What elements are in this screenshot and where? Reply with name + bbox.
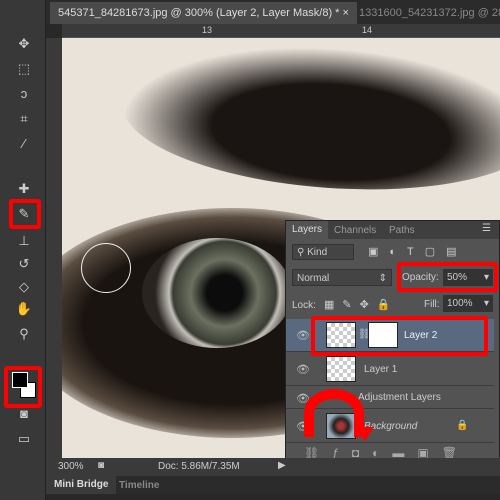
tab-document-2[interactable]: 1331600_54231372.jpg @ 28.6 [351,2,500,24]
ruler-vertical [46,38,62,458]
screen-mode-icon[interactable]: ▭ [14,430,34,448]
status-bar: 300% ◙ Doc: 5.86M/7.35M ▶ [46,458,500,476]
lock-icons[interactable]: ▦✎✥🔒 [324,298,399,311]
move-icon[interactable]: ✥ [14,35,34,53]
bottom-tabs: Mini Bridge Timeline [46,476,500,494]
ruler-horizontal: 13 14 [62,24,500,38]
brush-highlight [9,199,41,229]
tools-panel: ✥ ⬚ ↄ ⌗ ⁄ ✚ ✎ ⊥ ↺ ◇ ✋ ⚲ ◙ ▭ [0,0,46,500]
filter-icons[interactable]: ▣◐T▢▤ [368,245,468,258]
foreground-color-swatch[interactable] [12,372,28,388]
red-arrow-annotation [304,389,364,437]
layer-row[interactable]: 👁 Layer 1 [286,353,494,386]
tab-paths[interactable]: Paths [389,225,415,236]
zoom-level[interactable]: 300% [58,461,84,472]
fill-input[interactable]: 100% ▾ [443,295,493,312]
hand-icon[interactable]: ✋ [14,300,34,318]
eyebrow [117,38,500,203]
tab-label: 1331600_54231372.jpg @ 28.6 [359,7,500,19]
layer-name: Layer 1 [364,364,398,375]
eye-icon[interactable]: 👁 [296,363,310,376]
panel-tabs: Layers Channels Paths ☰ [286,221,499,239]
fill-value: 100% [447,298,473,309]
filter-kind-select[interactable]: ⚲ Kind [292,244,354,260]
tab-timeline[interactable]: Timeline [119,480,159,491]
eye [142,238,292,348]
status-arrow-icon[interactable]: ▶ [278,460,286,471]
blend-mode-select[interactable]: Normal ⇕ [292,269,392,286]
tab-label: 545371_84281673.jpg @ 300% (Layer 2, Lay… [58,7,340,19]
share-icon[interactable]: ◙ [98,460,104,471]
filter-label: Kind [307,247,328,258]
tab-layers[interactable]: Layers [286,221,329,239]
blend-mode-value: Normal [297,273,330,284]
quick-mask-icon[interactable]: ◙ [14,405,34,423]
marquee-icon[interactable]: ⬚ [14,60,34,78]
zoom-icon[interactable]: ⚲ [14,325,34,343]
brush-cursor [81,243,131,293]
ruler-mark: 14 [362,25,373,35]
red-arrow-head [356,427,374,441]
tab-mini-bridge[interactable]: Mini Bridge [46,476,117,494]
document-tabs: 545371_84281673.jpg @ 300% (Layer 2, Lay… [46,0,500,24]
eye-icon[interactable]: 👁 [296,329,310,342]
layer-thumbnail [326,356,356,382]
opacity-highlight [397,262,498,292]
crop-icon[interactable]: ⌗ [14,110,34,128]
healing-icon[interactable]: ✚ [14,180,34,198]
doc-size: Doc: 5.86M/7.35M [158,461,240,472]
close-icon[interactable]: × [343,7,349,19]
lock-icon: 🔒 [456,420,469,431]
layer-name: Adjustment Layers [358,392,441,403]
ruler-mark: 13 [202,25,213,35]
panel-menu-icon[interactable]: ☰ [482,223,491,234]
eraser-icon[interactable]: ◇ [14,278,34,296]
tab-channels[interactable]: Channels [334,225,376,236]
layers-panel: Layers Channels Paths ☰ ⚲ Kind ▣◐T▢▤ Nor… [285,220,500,462]
tab-active-document[interactable]: 545371_84281673.jpg @ 300% (Layer 2, Lay… [50,2,357,24]
history-brush-icon[interactable]: ↺ [14,255,34,273]
stamp-icon[interactable]: ⊥ [14,232,34,250]
eyedropper-icon[interactable]: ⁄ [14,135,34,153]
fill-label: Fill: [424,299,440,310]
lock-label: Lock: [292,300,316,311]
lasso-icon[interactable]: ↄ [14,85,34,103]
layer-highlight [311,316,488,356]
